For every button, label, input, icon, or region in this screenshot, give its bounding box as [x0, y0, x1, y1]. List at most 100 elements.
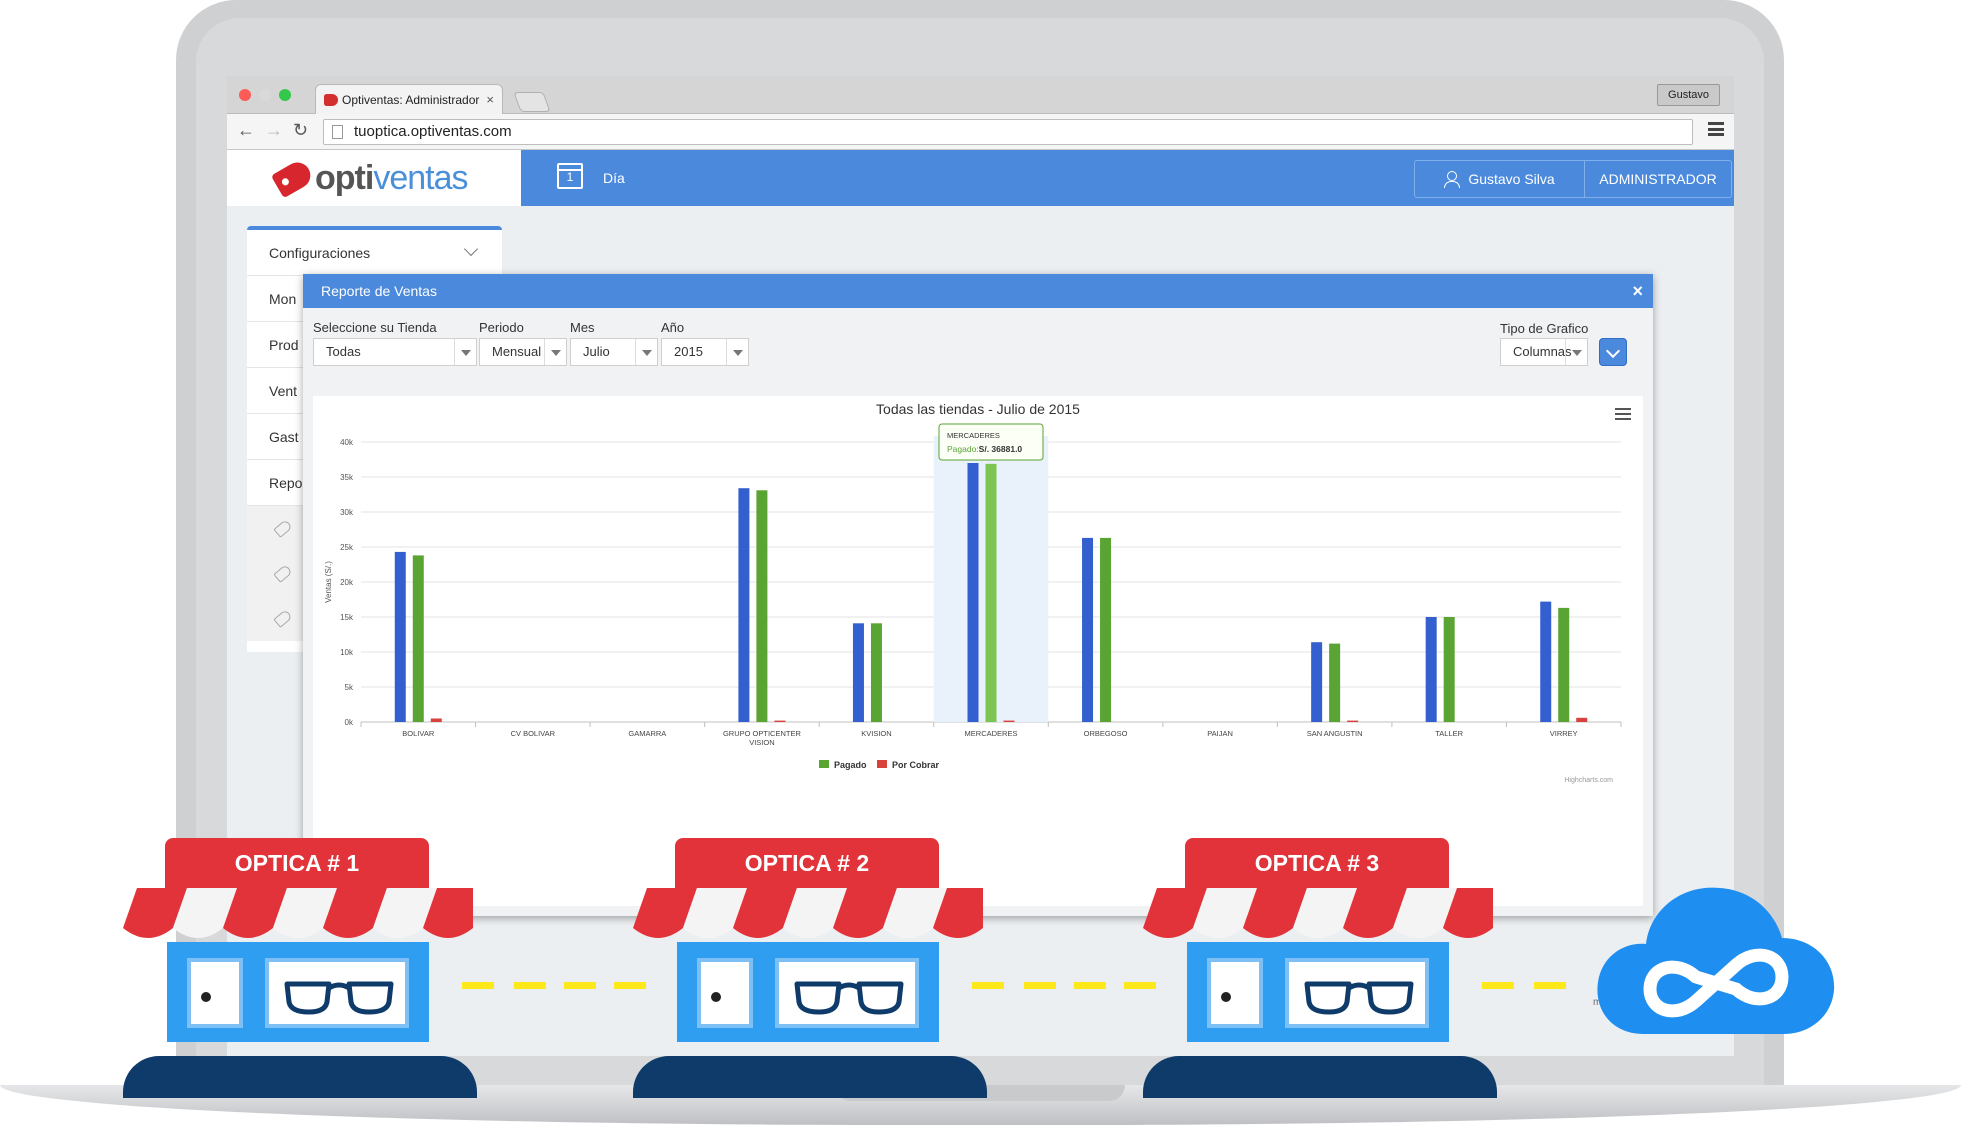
bar-total-mercaderes — [967, 463, 979, 722]
x-tick-label: CV BOLIVAR — [511, 729, 556, 738]
sales-report-modal: Reporte de Ventas × Seleccione su Tienda… — [303, 274, 1653, 916]
y-axis-label: Ventas (S/.) — [324, 561, 333, 603]
browser-menu-icon[interactable] — [1708, 122, 1724, 136]
y-tick-label: 0k — [345, 718, 354, 727]
page-icon — [332, 125, 343, 139]
bar-pagado-virrey — [1558, 607, 1570, 722]
y-tick-label: 35k — [340, 473, 354, 482]
day-link[interactable]: Día — [603, 170, 625, 186]
tooltip-category: MERCADERES — [947, 431, 1000, 440]
role-button[interactable]: ADMINISTRADOR — [1585, 161, 1731, 197]
sidebar-item-label: Configuraciones — [269, 244, 371, 261]
x-tick-label: PAIJAN — [1207, 729, 1233, 738]
bar-pagado-kvision — [870, 623, 882, 722]
bar-por-cobrar-virrey — [1576, 717, 1588, 722]
sidebar-item-label: Prod — [269, 336, 299, 353]
bar-total-kvision — [852, 623, 864, 722]
x-tick-label: ORBEGOSO — [1084, 729, 1128, 738]
browser-tab[interactable]: Optiventas: Administrador × — [315, 84, 503, 114]
connector-dash — [614, 982, 646, 989]
chart-credits: Highcharts.com — [1564, 777, 1613, 784]
store-door — [187, 958, 243, 1028]
calendar-icon[interactable]: 1 — [557, 163, 583, 189]
tag-icon — [273, 519, 293, 538]
app-header: opti ventas 1 Día Gustavo Silva ADMINISTR… — [227, 150, 1734, 206]
bar-total-san-angustin — [1311, 642, 1323, 722]
back-arrow-icon[interactable]: ← — [237, 120, 255, 141]
sidebar-item-configuraciones[interactable]: Configuraciones — [247, 230, 502, 276]
store-window — [265, 958, 409, 1028]
store-body — [1187, 942, 1449, 1042]
profile-button[interactable]: Gustavo — [1657, 84, 1720, 106]
tag-icon — [273, 609, 293, 628]
bar-por-cobrar-mercaderes — [1003, 720, 1015, 722]
store-illustration-2: OPTICA # 2 — [633, 838, 987, 1098]
user-name: Gustavo Silva — [1468, 171, 1555, 187]
new-tab-button[interactable] — [513, 92, 551, 112]
close-window-button[interactable] — [239, 89, 251, 101]
tooltip-value: Pagado:S/. 36881.0 — [947, 444, 1022, 454]
store-door — [697, 958, 753, 1028]
chart-options-button[interactable] — [1599, 338, 1627, 366]
period-select[interactable]: Mensual — [479, 338, 567, 366]
chart-type-select[interactable]: Columnas — [1500, 338, 1588, 366]
user-menu: Gustavo Silva ADMINISTRADOR — [1414, 160, 1732, 198]
x-tick-label-line2: VISION — [749, 738, 774, 747]
bar-total-bolivar — [394, 551, 406, 722]
store-base — [123, 1056, 477, 1098]
tab-close-icon[interactable]: × — [486, 92, 494, 107]
store-base — [633, 1056, 987, 1098]
store-window — [1285, 958, 1429, 1028]
year-select[interactable]: 2015 — [661, 338, 749, 366]
awning — [123, 888, 473, 938]
connector-dash — [1482, 982, 1514, 989]
x-tick-label: KVISION — [861, 729, 891, 738]
legend-label-1: Pagado — [834, 760, 867, 770]
awning — [1143, 888, 1493, 938]
store-select-value: Todas — [326, 344, 361, 359]
connector-dash — [462, 982, 494, 989]
y-tick-label: 10k — [340, 648, 354, 657]
awning — [633, 888, 983, 938]
connector-dash — [1124, 982, 1156, 989]
modal-header: Reporte de Ventas × — [303, 274, 1653, 308]
store-sign: OPTICA # 2 — [675, 838, 939, 888]
price-tag-logo-icon — [270, 157, 316, 199]
period-select-value: Mensual — [492, 344, 542, 359]
y-tick-label: 20k — [340, 578, 354, 587]
eyeglasses-icon — [794, 981, 904, 1015]
forward-arrow-icon[interactable]: → — [265, 120, 283, 141]
bar-por-cobrar-bolivar — [430, 718, 442, 722]
sidebar-item-label: Gast — [269, 428, 299, 445]
chart-type-value: Columnas — [1513, 344, 1572, 359]
x-tick-label: GAMARRA — [628, 729, 666, 738]
logo[interactable]: opti ventas — [227, 150, 521, 206]
x-tick-label: BOLIVAR — [402, 729, 435, 738]
connector-dash — [1534, 982, 1566, 989]
dropdown-arrow-icon — [544, 339, 566, 365]
reload-icon[interactable]: ↻ — [293, 120, 308, 141]
minimize-window-button[interactable] — [259, 89, 271, 101]
y-tick-label: 25k — [340, 543, 354, 552]
door-knob — [201, 992, 211, 1002]
store-select[interactable]: Todas — [313, 338, 477, 366]
y-tick-label: 5k — [345, 683, 354, 692]
year-select-label: Año — [661, 320, 685, 335]
month-select[interactable]: Julio — [570, 338, 658, 366]
year-select-value: 2015 — [674, 344, 703, 359]
promo-stage: Optiventas: Administrador × Gustavo ← → … — [0, 0, 1961, 1145]
chart-type-label: Tipo de Grafico — [1500, 321, 1589, 336]
tooltip-series: Pagado: — [947, 444, 979, 454]
user-profile-button[interactable]: Gustavo Silva — [1415, 161, 1585, 197]
modal-close-icon[interactable]: × — [1632, 274, 1643, 308]
url-input[interactable]: tuoptica.optiventas.com — [323, 119, 1693, 145]
modal-title: Reporte de Ventas — [321, 283, 437, 299]
top-nav-bar: 1 Día Gustavo Silva ADMINISTRADOR — [521, 150, 1734, 206]
bar-pagado-taller — [1443, 617, 1455, 722]
zoom-window-button[interactable] — [279, 89, 291, 101]
chart-menu-icon[interactable] — [1615, 408, 1631, 420]
optiventas-favicon-icon — [324, 93, 338, 106]
x-tick-label: VIRREY — [1550, 729, 1578, 738]
tooltip-amount: S/. 36881.0 — [979, 444, 1023, 454]
chart-title: Todas las tiendas - Julio de 2015 — [876, 401, 1080, 417]
